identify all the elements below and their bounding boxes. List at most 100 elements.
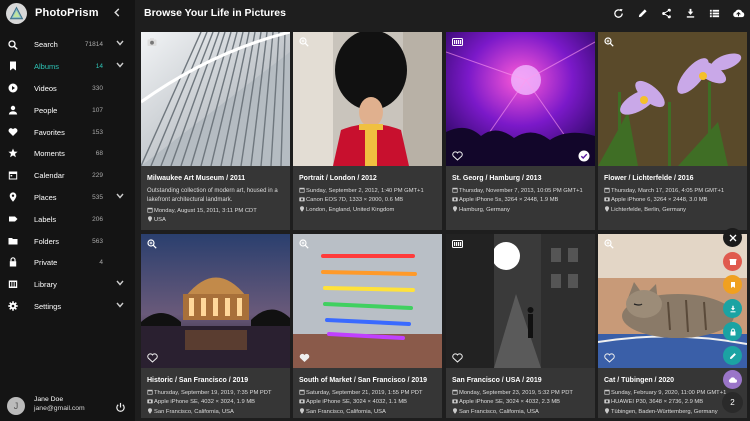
sidebar-item-favorites[interactable]: Favorites153 bbox=[0, 121, 135, 143]
archive-action-icon[interactable] bbox=[723, 252, 742, 271]
download-action-icon[interactable] bbox=[723, 299, 742, 318]
favorite-heart-icon[interactable] bbox=[604, 353, 615, 363]
zoom-icon[interactable] bbox=[604, 37, 614, 47]
photo-card[interactable]: South of Market / San Francisco / 2019Sa… bbox=[293, 234, 442, 418]
sidebar-item-private[interactable]: Private4 bbox=[0, 252, 135, 274]
sidebar-item-search[interactable]: Search71814 bbox=[0, 34, 135, 56]
sidebar-item-people[interactable]: People107 bbox=[0, 99, 135, 121]
logout-power-icon[interactable] bbox=[115, 400, 126, 411]
photo-thumbnail[interactable] bbox=[293, 32, 442, 166]
chevron-down-icon[interactable] bbox=[116, 280, 124, 288]
photo-card[interactable]: St. Georg / Hamburg / 2013Thursday, Nove… bbox=[446, 32, 595, 230]
private-lock-icon[interactable] bbox=[723, 322, 742, 341]
page-title: Browse Your Life in Pictures bbox=[144, 7, 286, 19]
user-panel[interactable]: J Jane Doe jane@gmail.com bbox=[0, 395, 135, 421]
add-to-album-icon[interactable] bbox=[723, 275, 742, 294]
photo-thumbnail[interactable] bbox=[141, 32, 290, 166]
camera-icon[interactable] bbox=[147, 37, 157, 47]
photo-card[interactable]: Flower / Lichterfelde / 2016Thursday, Ma… bbox=[598, 32, 747, 230]
avatar[interactable]: J bbox=[7, 397, 25, 415]
sidebar-item-label: Settings bbox=[34, 302, 61, 311]
sidebar-item-count: 14 bbox=[96, 63, 103, 70]
selected-check-icon[interactable] bbox=[578, 150, 590, 162]
photo-meta-row: Apple iPhone SE, 3024 × 4032, 1.1 MB bbox=[299, 398, 436, 407]
chevron-down-icon[interactable] bbox=[116, 193, 124, 201]
sidebar-item-labels[interactable]: Labels206 bbox=[0, 208, 135, 230]
download-icon[interactable] bbox=[678, 6, 702, 20]
place-icon bbox=[147, 408, 154, 417]
selection-count-badge[interactable]: 2 bbox=[722, 392, 743, 413]
edit-pencil-icon[interactable] bbox=[630, 6, 654, 20]
zoom-icon[interactable] bbox=[604, 239, 614, 249]
live-photo-icon[interactable] bbox=[452, 239, 462, 249]
photo-card[interactable]: Historic / San Francisco / 2019Thursday,… bbox=[141, 234, 290, 418]
person-icon bbox=[7, 104, 18, 115]
live-photo-icon[interactable] bbox=[452, 37, 462, 47]
photo-meta-text: USA bbox=[154, 216, 166, 224]
zoom-icon[interactable] bbox=[147, 239, 157, 249]
photo-meta-row: Apple iPhone 5s, 3264 × 2448, 1.9 MB bbox=[452, 196, 589, 205]
photo-title[interactable]: South of Market / San Francisco / 2019 bbox=[299, 377, 436, 384]
photo-thumbnail[interactable] bbox=[141, 234, 290, 368]
sidebar-item-label: Private bbox=[34, 258, 57, 267]
lock-icon bbox=[7, 257, 18, 268]
collapse-sidebar-icon[interactable] bbox=[113, 6, 121, 20]
favorite-heart-icon[interactable] bbox=[452, 353, 463, 363]
photo-card[interactable]: San Francisco / USA / 2019Monday, Septem… bbox=[446, 234, 595, 418]
photo-meta-row: San Francisco, California, USA bbox=[452, 408, 589, 417]
place-icon bbox=[452, 408, 459, 417]
calendar-icon bbox=[452, 389, 459, 398]
zoom-icon[interactable] bbox=[299, 37, 309, 47]
sidebar-item-calendar[interactable]: Calendar229 bbox=[0, 165, 135, 187]
sidebar-item-count: 330 bbox=[92, 85, 103, 92]
clear-selection-close-icon[interactable] bbox=[723, 228, 742, 247]
favorite-heart-icon[interactable] bbox=[299, 353, 310, 363]
calendar-icon bbox=[7, 170, 18, 181]
sidebar-item-folders[interactable]: Folders563 bbox=[0, 230, 135, 252]
cloud-upload-icon[interactable] bbox=[726, 6, 750, 20]
photo-title[interactable]: Milwaukee Art Museum / 2011 bbox=[147, 175, 284, 182]
photo-thumbnail[interactable] bbox=[446, 234, 595, 368]
zoom-icon[interactable] bbox=[299, 239, 309, 249]
sidebar-item-moments[interactable]: Moments68 bbox=[0, 143, 135, 165]
photo-card[interactable]: Portrait / London / 2012Sunday, Septembe… bbox=[293, 32, 442, 230]
sidebar-item-library[interactable]: Library bbox=[0, 274, 135, 296]
place-icon bbox=[604, 408, 611, 417]
photo-card[interactable]: Milwaukee Art Museum / 2011Outstanding c… bbox=[141, 32, 290, 230]
photo-title[interactable]: St. Georg / Hamburg / 2013 bbox=[452, 175, 589, 182]
photo-meta-text: Tübingen, Baden-Württemberg, Germany bbox=[611, 408, 718, 416]
sidebar-item-videos[interactable]: Videos330 bbox=[0, 78, 135, 100]
favorite-heart-icon[interactable] bbox=[147, 353, 158, 363]
sidebar-item-places[interactable]: Places535 bbox=[0, 187, 135, 209]
photo-title[interactable]: Historic / San Francisco / 2019 bbox=[147, 377, 284, 384]
chevron-down-icon[interactable] bbox=[116, 302, 124, 310]
chevron-down-icon[interactable] bbox=[116, 40, 124, 48]
favorite-heart-icon[interactable] bbox=[452, 151, 463, 161]
photo-meta-text: San Francisco, California, USA bbox=[459, 408, 539, 416]
sidebar-item-albums[interactable]: Albums14 bbox=[0, 56, 135, 78]
photo-thumbnail[interactable] bbox=[446, 32, 595, 166]
photo-thumbnail[interactable] bbox=[598, 32, 747, 166]
share-icon[interactable] bbox=[654, 6, 678, 20]
sidebar-item-label: Favorites bbox=[34, 128, 65, 137]
user-name: Jane Doe bbox=[34, 396, 63, 403]
sidebar-item-settings[interactable]: Settings bbox=[0, 296, 135, 318]
list-view-icon[interactable] bbox=[702, 6, 726, 20]
sidebar-item-label: Labels bbox=[34, 215, 56, 224]
photo-info: Historic / San Francisco / 2019Thursday,… bbox=[141, 368, 290, 417]
photo-meta-row: Sunday, February 9, 2020, 11:00 PM GMT+1 bbox=[604, 389, 741, 398]
photo-title[interactable]: Portrait / London / 2012 bbox=[299, 175, 436, 182]
brand[interactable]: PhotoPrism bbox=[0, 0, 135, 26]
photo-title[interactable]: Flower / Lichterfelde / 2016 bbox=[604, 175, 741, 182]
refresh-icon[interactable] bbox=[606, 6, 630, 20]
chevron-down-icon[interactable] bbox=[116, 62, 124, 70]
play-circle-icon bbox=[7, 83, 18, 94]
photo-thumbnail[interactable] bbox=[293, 234, 442, 368]
photo-title[interactable]: Cat / Tübingen / 2020 bbox=[604, 377, 741, 384]
edit-action-icon[interactable] bbox=[723, 346, 742, 365]
photo-info: Milwaukee Art Museum / 2011Outstanding c… bbox=[141, 166, 290, 226]
photo-title[interactable]: San Francisco / USA / 2019 bbox=[452, 377, 589, 384]
photo-meta-text: Hamburg, Germany bbox=[459, 206, 510, 214]
share-cloud-icon[interactable] bbox=[723, 370, 742, 389]
photo-meta-text: Apple iPhone SE, 3024 × 4032, 2.3 MB bbox=[459, 398, 560, 406]
